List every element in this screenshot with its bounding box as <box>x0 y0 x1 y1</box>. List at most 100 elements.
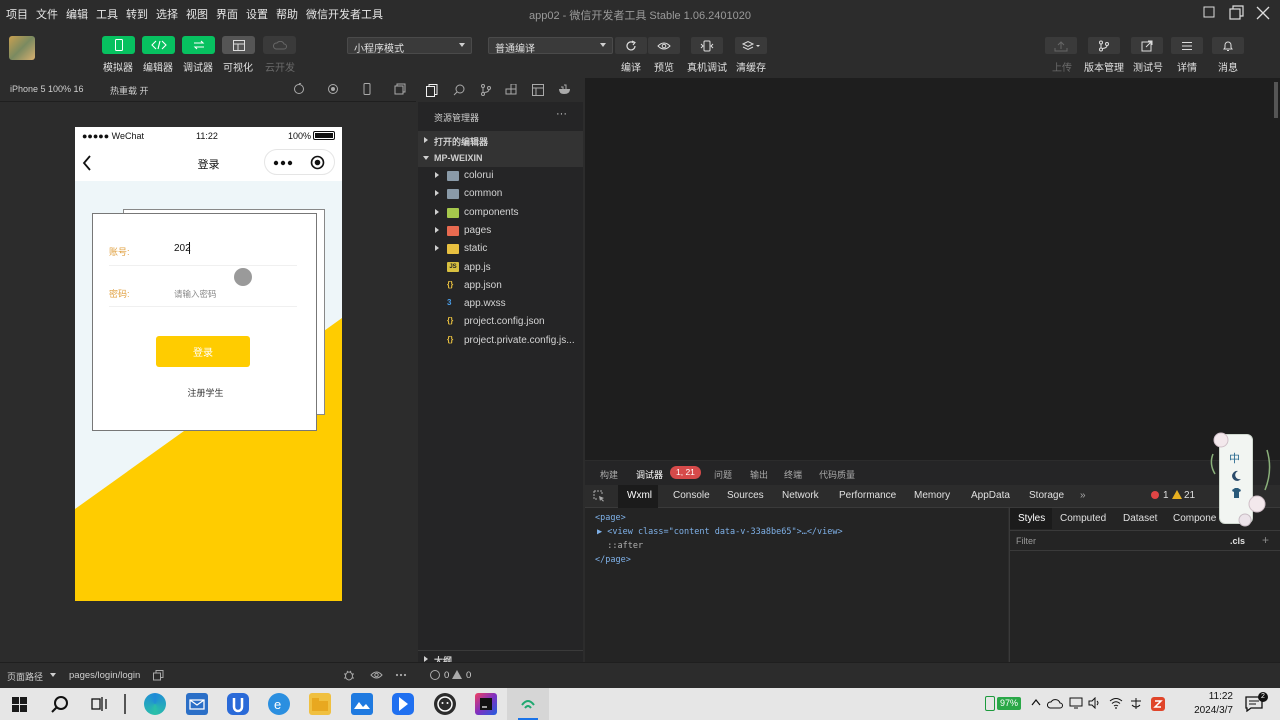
more-actions-icon[interactable]: ··· <box>556 108 567 120</box>
copy-icon[interactable] <box>153 670 164 681</box>
clear-cache-button[interactable] <box>735 37 767 54</box>
maximize-icon[interactable] <box>1227 4 1245 22</box>
add-style-rule-icon[interactable]: + <box>1262 533 1269 547</box>
inspect-icon[interactable] <box>593 490 605 502</box>
warning-outline-icon[interactable] <box>452 670 462 679</box>
files-icon[interactable] <box>426 84 438 97</box>
windows-start-icon[interactable] <box>12 697 27 712</box>
preview-button[interactable] <box>648 37 680 54</box>
tab-network[interactable]: Network <box>782 490 819 501</box>
tab-console[interactable]: Console <box>673 490 710 501</box>
search-icon[interactable] <box>51 695 69 713</box>
test-account-button[interactable] <box>1131 37 1163 54</box>
tab-build[interactable]: 构建 <box>600 468 618 481</box>
tab-code-quality[interactable]: 代码质量 <box>819 468 855 481</box>
mail-icon[interactable] <box>186 693 208 715</box>
more-tabs-icon[interactable]: » <box>1080 490 1086 501</box>
record-icon[interactable] <box>327 83 339 95</box>
dom-line-page-open[interactable]: <page> <box>595 513 626 523</box>
photos-icon[interactable] <box>351 693 373 715</box>
editor-button[interactable] <box>142 36 175 54</box>
tree-item-static[interactable]: static <box>418 240 583 258</box>
capsule-menu[interactable] <box>264 149 335 175</box>
detach-icon[interactable] <box>394 83 406 95</box>
close-icon[interactable] <box>1254 4 1272 22</box>
docker-icon[interactable] <box>558 84 572 95</box>
git-icon[interactable] <box>480 84 492 96</box>
wifi-icon[interactable] <box>1109 697 1123 709</box>
more-icon[interactable] <box>395 669 407 681</box>
search-icon[interactable] <box>453 84 465 96</box>
tab-dataset[interactable]: Dataset <box>1123 513 1157 524</box>
messages-button[interactable] <box>1212 37 1244 54</box>
feishu-icon[interactable] <box>392 693 414 715</box>
problems-icon[interactable] <box>430 670 440 680</box>
eye-icon[interactable] <box>370 670 383 680</box>
tree-item-components[interactable]: components <box>418 204 583 222</box>
wechat-mini-program-icon[interactable] <box>517 693 539 715</box>
debugger-button[interactable] <box>182 36 215 54</box>
tab-problems[interactable]: 问题 <box>714 468 732 481</box>
tree-item-project-private-config-js[interactable]: {} project.private.config.js... <box>418 332 583 350</box>
compile-button[interactable] <box>615 37 647 54</box>
jetbrains-icon[interactable] <box>475 693 497 715</box>
upload-button[interactable] <box>1045 37 1077 54</box>
tree-item-colorui[interactable]: colorui <box>418 167 583 185</box>
phone-icon[interactable] <box>361 83 373 95</box>
file-explorer-icon[interactable] <box>309 693 331 715</box>
extensions-icon[interactable] <box>505 84 517 96</box>
tab-debugger[interactable]: 调试器 <box>636 468 663 481</box>
mode-select[interactable]: 小程序模式 <box>347 37 472 55</box>
error-count[interactable]: 1 <box>1163 490 1169 501</box>
ime-mode-icon[interactable] <box>1129 697 1143 710</box>
scrollbar[interactable] <box>1274 82 1278 118</box>
dom-line-view[interactable]: ▶ <view class="content data-v-33a8be65">… <box>597 527 843 537</box>
tab-sources[interactable]: Sources <box>727 490 764 501</box>
tab-memory[interactable]: Memory <box>914 490 950 501</box>
cls-toggle[interactable]: .cls <box>1230 536 1245 546</box>
edge-browser-icon[interactable] <box>144 693 166 715</box>
register-link[interactable]: 注册学生 <box>93 386 318 399</box>
project-section[interactable]: MP-WEIXIN <box>418 149 583 167</box>
tab-appdata[interactable]: AppData <box>971 490 1010 501</box>
styles-filter-input[interactable]: Filter <box>1016 536 1036 546</box>
login-button[interactable]: 登录 <box>156 336 250 367</box>
warning-count[interactable]: 21 <box>1184 490 1195 501</box>
clock-time[interactable]: 11:22 <box>1183 691 1233 702</box>
battery-saver-icon[interactable] <box>985 696 995 711</box>
tab-storage[interactable]: Storage <box>1029 490 1064 501</box>
rotate-icon[interactable] <box>293 83 305 95</box>
warnings-count[interactable]: 0 <box>466 670 471 681</box>
simulator-button[interactable] <box>102 36 135 54</box>
tab-terminal[interactable]: 终端 <box>784 468 802 481</box>
tab-wxml[interactable]: Wxml <box>627 490 652 501</box>
clock-date[interactable]: 2024/3/7 <box>1173 705 1233 716</box>
antivirus-icon[interactable] <box>1151 697 1165 711</box>
problems-count[interactable]: 0 <box>444 670 449 681</box>
battery-percent[interactable]: 97% <box>997 697 1022 710</box>
tab-output[interactable]: 输出 <box>750 468 768 481</box>
tree-item-common[interactable]: common <box>418 185 583 203</box>
page-path-label[interactable]: 页面路径 <box>7 670 43 683</box>
compile-select[interactable]: 普通编译 <box>488 37 613 55</box>
tab-computed[interactable]: Computed <box>1060 513 1106 524</box>
tree-item-app-wxss[interactable]: 3 app.wxss <box>418 295 583 313</box>
cloud-button[interactable] <box>263 36 296 54</box>
tab-performance[interactable]: Performance <box>839 490 896 501</box>
tree-item-pages[interactable]: pages <box>418 222 583 240</box>
dom-line-after[interactable]: ::after <box>597 541 643 551</box>
bug-icon[interactable] <box>343 669 355 681</box>
layout-icon[interactable] <box>532 84 544 96</box>
password-input[interactable]: 请输入密码 <box>174 288 217 300</box>
device-select[interactable]: iPhone 5 100% 16 <box>10 84 84 94</box>
task-view-icon[interactable] <box>91 696 109 712</box>
volume-icon[interactable] <box>1088 697 1102 709</box>
real-device-debug-button[interactable] <box>691 37 723 54</box>
chevron-up-icon[interactable] <box>1031 698 1041 706</box>
open-editors-section[interactable]: 打开的编辑器 <box>418 131 583 149</box>
network-icon[interactable] <box>1069 697 1083 709</box>
ie-browser-icon[interactable]: e <box>268 693 290 715</box>
wechat-devtools-icon[interactable] <box>434 693 456 715</box>
tree-item-app-js[interactable]: JS app.js <box>418 259 583 277</box>
more-icon[interactable] <box>273 160 293 166</box>
